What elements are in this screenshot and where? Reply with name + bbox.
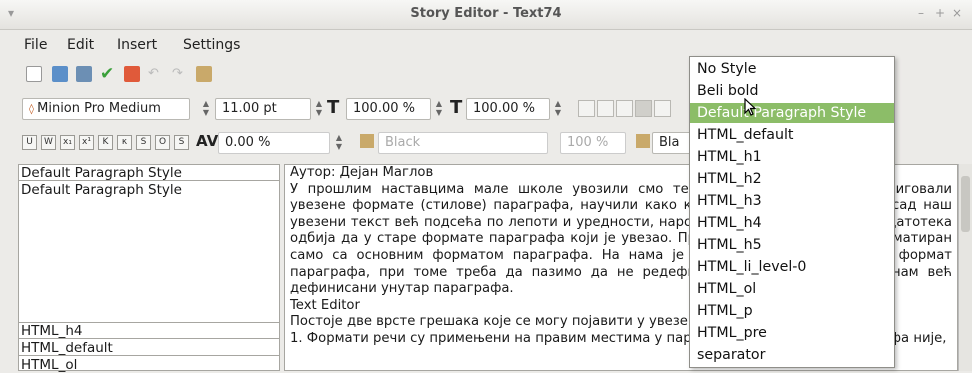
style-option[interactable]: Default Paragraph Style bbox=[690, 103, 894, 123]
style-row[interactable]: HTML_default bbox=[19, 340, 279, 356]
scale-height-icon: T bbox=[450, 97, 463, 118]
style-option[interactable]: HTML_pre bbox=[690, 323, 894, 343]
menu-insert[interactable]: Insert bbox=[117, 37, 157, 53]
vertical-scrollbar[interactable] bbox=[958, 164, 972, 371]
checkmark-icon[interactable]: ✔ bbox=[100, 64, 116, 84]
underline-words-icon[interactable]: W bbox=[41, 135, 56, 150]
minimize-icon[interactable]: – bbox=[918, 6, 924, 20]
scale-width-stepper[interactable]: ▲ ▼ bbox=[434, 99, 444, 119]
font-size-stepper[interactable]: ▲ ▼ bbox=[314, 99, 324, 119]
new-icon[interactable] bbox=[26, 66, 42, 82]
scale-width-field[interactable]: 100.00 % bbox=[346, 98, 431, 120]
tracking-stepper[interactable]: ▲ ▼ bbox=[334, 133, 344, 153]
all-caps-icon[interactable]: K bbox=[98, 135, 113, 150]
menu-settings[interactable]: Settings bbox=[183, 37, 240, 53]
style-option[interactable]: separator bbox=[690, 345, 894, 365]
tracking-field[interactable]: 0.00 % bbox=[218, 132, 330, 154]
fill-color-select[interactable]: Black bbox=[378, 132, 548, 154]
maximize-icon[interactable]: + bbox=[935, 6, 945, 20]
style-option[interactable]: Beli bold bbox=[690, 81, 894, 101]
align-center-icon[interactable] bbox=[597, 100, 614, 117]
font-type-icon: ◊ bbox=[29, 104, 38, 115]
small-caps-icon[interactable]: κ bbox=[117, 135, 132, 150]
open-icon[interactable] bbox=[52, 66, 68, 82]
tracking-icon: AV bbox=[196, 132, 219, 150]
font-family-arrow-icon[interactable]: ▲ ▼ bbox=[201, 99, 211, 119]
scrollbar-thumb[interactable] bbox=[961, 176, 970, 232]
outline-icon[interactable]: O bbox=[155, 135, 170, 150]
paragraph-style-dropdown: No Style Beli bold Default Paragraph Style… bbox=[689, 56, 895, 368]
close-doc-icon[interactable] bbox=[124, 66, 140, 82]
superscript-icon[interactable]: x¹ bbox=[79, 135, 94, 150]
scale-height-field[interactable]: 100.00 % bbox=[466, 98, 550, 120]
menu-bar: File Edit Insert Settings bbox=[0, 33, 700, 57]
paragraph-style-list: Default Paragraph Style Default Paragrap… bbox=[18, 164, 280, 373]
font-family-select[interactable]: ◊ Minion Pro Medium bbox=[22, 98, 190, 120]
style-option[interactable]: HTML_h2 bbox=[690, 169, 894, 189]
shadow-icon[interactable]: S bbox=[174, 135, 189, 150]
redo-icon[interactable]: ↷ bbox=[172, 66, 188, 82]
style-row[interactable]: Default Paragraph Style bbox=[19, 182, 279, 198]
style-option[interactable]: HTML_h5 bbox=[690, 235, 894, 255]
underline-icon[interactable]: U bbox=[22, 135, 37, 150]
align-left-icon[interactable] bbox=[578, 100, 595, 117]
fill-shade-field[interactable]: 100 % bbox=[560, 132, 626, 154]
menu-edit[interactable]: Edit bbox=[67, 37, 94, 53]
strikethrough-icon[interactable]: S bbox=[136, 135, 151, 150]
style-row[interactable]: HTML_h4 bbox=[19, 323, 279, 339]
window-titlebar: ▾ Story Editor - Text74 – + × bbox=[0, 0, 972, 30]
align-right-icon[interactable] bbox=[616, 100, 633, 117]
menu-file[interactable]: File bbox=[24, 37, 47, 53]
align-justify-icon[interactable] bbox=[635, 100, 652, 117]
undo-icon[interactable]: ↶ bbox=[148, 66, 164, 82]
stroke-color-icon bbox=[636, 134, 650, 148]
style-option[interactable]: HTML_default bbox=[690, 125, 894, 145]
fill-color-icon bbox=[360, 134, 374, 148]
style-option[interactable]: HTML_li_level-0 bbox=[690, 257, 894, 277]
scale-width-icon: T bbox=[327, 97, 340, 118]
style-option[interactable]: No Style bbox=[690, 59, 894, 79]
save-icon[interactable] bbox=[76, 66, 92, 82]
window-title: Story Editor - Text74 bbox=[410, 6, 562, 21]
style-option[interactable]: HTML_p bbox=[690, 301, 894, 321]
style-option[interactable]: HTML_ol bbox=[690, 279, 894, 299]
font-size-field[interactable]: 11.00 pt bbox=[215, 98, 311, 120]
search-replace-icon[interactable] bbox=[196, 66, 212, 82]
align-forced-icon[interactable] bbox=[654, 100, 671, 117]
scale-height-stepper[interactable]: ▲ ▼ bbox=[553, 99, 563, 119]
style-row[interactable]: Default Paragraph Style bbox=[19, 165, 279, 181]
subscript-icon[interactable]: x₁ bbox=[60, 135, 75, 150]
style-option[interactable]: HTML_h1 bbox=[690, 147, 894, 167]
close-icon[interactable]: × bbox=[952, 6, 962, 20]
mouse-pointer-icon bbox=[744, 97, 758, 122]
style-option[interactable]: HTML_h3 bbox=[690, 191, 894, 211]
style-option[interactable]: HTML_h4 bbox=[690, 213, 894, 233]
